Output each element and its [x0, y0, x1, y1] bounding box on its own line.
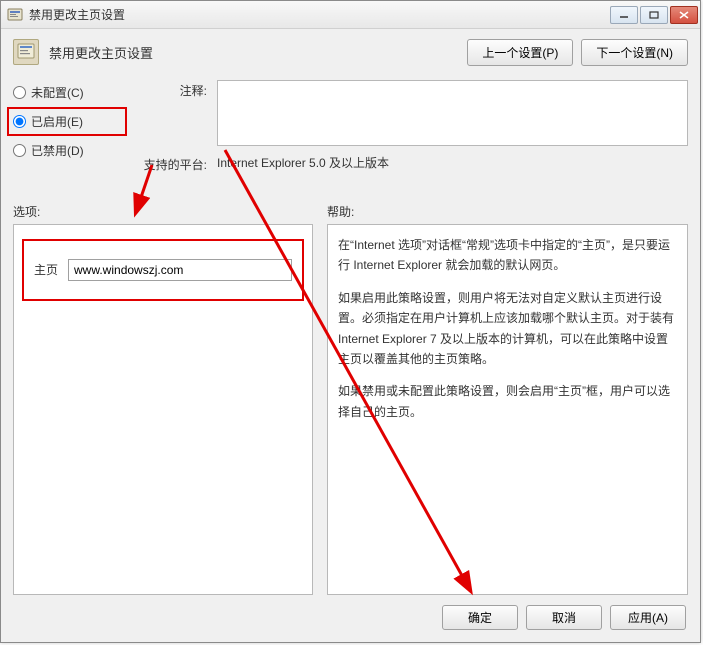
state-radio-group: 未配置(C) 已启用(E) 已禁用(D) [13, 80, 123, 173]
comment-textarea[interactable] [217, 80, 688, 146]
apply-button[interactable]: 应用(A) [610, 605, 686, 630]
homepage-label: 主页 [34, 260, 58, 280]
radio-not-configured[interactable]: 未配置(C) [13, 84, 123, 101]
radio-enabled-label: 已启用(E) [31, 113, 83, 130]
platform-label: 支持的平台: [141, 154, 207, 173]
dialog-window: 禁用更改主页设置 禁用更改主页设置 [0, 0, 701, 643]
help-text-3: 如果禁用或未配置此策略设置，则会启用“主页”框，用户可以选择自己的主页。 [338, 381, 677, 422]
maximize-button[interactable] [640, 6, 668, 24]
radio-disabled-input[interactable] [13, 144, 26, 157]
minimize-button[interactable] [610, 6, 638, 24]
homepage-input[interactable] [68, 259, 292, 281]
app-icon [7, 7, 23, 23]
help-text-1: 在“Internet 选项”对话框“常规”选项卡中指定的“主页”，是只要运行 I… [338, 235, 677, 276]
close-button[interactable] [670, 6, 698, 24]
help-section-label: 帮助: [327, 203, 688, 220]
page-title: 禁用更改主页设置 [49, 43, 457, 62]
radio-not-configured-label: 未配置(C) [31, 84, 84, 101]
radio-not-configured-input[interactable] [13, 86, 26, 99]
options-panel: 主页 [13, 224, 313, 595]
prev-setting-button[interactable]: 上一个设置(P) [467, 39, 573, 66]
radio-disabled[interactable]: 已禁用(D) [13, 142, 123, 159]
radio-disabled-label: 已禁用(D) [31, 142, 84, 159]
options-section-label: 选项: [13, 203, 313, 220]
next-setting-button[interactable]: 下一个设置(N) [581, 39, 688, 66]
window-controls [610, 6, 698, 24]
platform-value: Internet Explorer 5.0 及以上版本 [217, 154, 389, 171]
dialog-content: 禁用更改主页设置 上一个设置(P) 下一个设置(N) 未配置(C) 已启用(E)… [1, 29, 700, 642]
radio-enabled-input[interactable] [13, 115, 26, 128]
homepage-row: 主页 [24, 241, 302, 299]
dialog-footer: 确定 取消 应用(A) [13, 595, 688, 632]
comment-label: 注释: [141, 80, 207, 99]
help-panel: 在“Internet 选项”对话框“常规”选项卡中指定的“主页”，是只要运行 I… [327, 224, 688, 595]
policy-icon [13, 39, 39, 65]
help-text-2: 如果启用此策略设置，则用户将无法对自定义默认主页进行设置。必须指定在用户计算机上… [338, 288, 677, 370]
radio-enabled[interactable]: 已启用(E) [11, 111, 123, 132]
ok-button[interactable]: 确定 [442, 605, 518, 630]
titlebar[interactable]: 禁用更改主页设置 [1, 1, 700, 29]
window-title: 禁用更改主页设置 [29, 6, 604, 23]
cancel-button[interactable]: 取消 [526, 605, 602, 630]
